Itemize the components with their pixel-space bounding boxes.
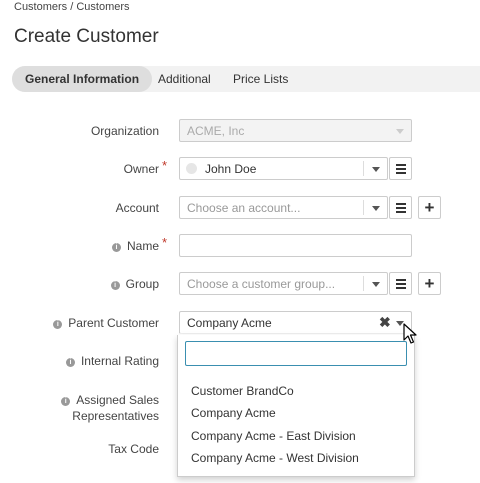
internal-rating-label: i Internal Rating [65, 354, 159, 368]
name-label: i Name * [111, 235, 167, 253]
owner-list-button[interactable] [389, 157, 412, 180]
name-input[interactable] [179, 234, 412, 257]
organization-select: ACME, Inc [179, 119, 412, 142]
assigned-sales-label-line1: Assigned Sales [76, 393, 159, 407]
organization-value: ACME, Inc [187, 124, 245, 138]
info-icon: i [110, 281, 120, 290]
info-icon: i [65, 358, 75, 367]
mouse-cursor-icon [403, 323, 417, 344]
parent-customer-label-text: Parent Customer [68, 316, 159, 330]
group-label: i Group [110, 277, 159, 291]
user-avatar-icon [186, 163, 197, 174]
group-placeholder: Choose a customer group... [187, 277, 336, 291]
owner-value: John Doe [205, 162, 257, 176]
parent-customer-label: i Parent Customer [53, 316, 159, 330]
group-select[interactable]: Choose a customer group... [179, 272, 388, 295]
owner-select[interactable]: John Doe [179, 157, 388, 180]
name-label-text: Name [126, 239, 159, 253]
owner-label: Owner * [123, 158, 167, 176]
account-select[interactable]: Choose an account... [179, 196, 388, 219]
account-list-button[interactable] [389, 196, 412, 219]
account-placeholder: Choose an account... [187, 201, 301, 215]
dropdown-option[interactable]: Company Acme [191, 406, 276, 420]
account-label: Account [115, 201, 159, 215]
divider [363, 276, 364, 291]
organization-label: Organization [90, 124, 159, 138]
parent-customer-dropdown: Customer BrandCo Company Acme Company Ac… [177, 335, 415, 477]
clear-icon[interactable]: ✖ [379, 314, 391, 331]
parent-customer-select[interactable]: Company Acme ✖ [179, 311, 412, 334]
chevron-down-icon [396, 129, 404, 134]
chevron-down-icon[interactable] [372, 282, 380, 287]
parent-customer-value: Company Acme [187, 316, 272, 330]
required-marker: * [161, 235, 167, 250]
divider [363, 200, 364, 215]
add-group-button[interactable]: + [418, 272, 441, 295]
internal-rating-label-text: Internal Rating [80, 354, 159, 368]
dropdown-option[interactable]: Company Acme - East Division [191, 429, 356, 443]
dropdown-option[interactable]: Customer BrandCo [191, 384, 294, 398]
tab-bar: General Information Additional Price Lis… [12, 66, 480, 92]
info-icon: i [53, 320, 63, 329]
required-marker: * [161, 158, 167, 173]
tab-general-information[interactable]: General Information [12, 66, 153, 92]
owner-label-text: Owner [123, 162, 159, 176]
divider [363, 161, 364, 176]
group-label-text: Group [125, 277, 159, 291]
info-icon: i [111, 243, 121, 252]
breadcrumb[interactable]: Customers / Customers [14, 1, 130, 13]
tab-additional[interactable]: Additional [158, 66, 211, 92]
add-account-button[interactable]: + [418, 196, 441, 219]
chevron-down-icon[interactable] [372, 206, 380, 211]
dropdown-search-input[interactable] [185, 341, 407, 366]
chevron-down-icon[interactable] [372, 167, 380, 172]
tax-code-label: Tax Code [108, 442, 159, 456]
group-list-button[interactable] [389, 272, 412, 295]
page-title: Create Customer [14, 26, 159, 47]
assigned-sales-label: i Assigned Sales Representatives [61, 392, 159, 424]
info-icon: i [61, 397, 71, 406]
tab-price-lists[interactable]: Price Lists [233, 66, 288, 92]
dropdown-option[interactable]: Company Acme - West Division [191, 451, 359, 465]
assigned-sales-label-line2: Representatives [72, 409, 159, 423]
